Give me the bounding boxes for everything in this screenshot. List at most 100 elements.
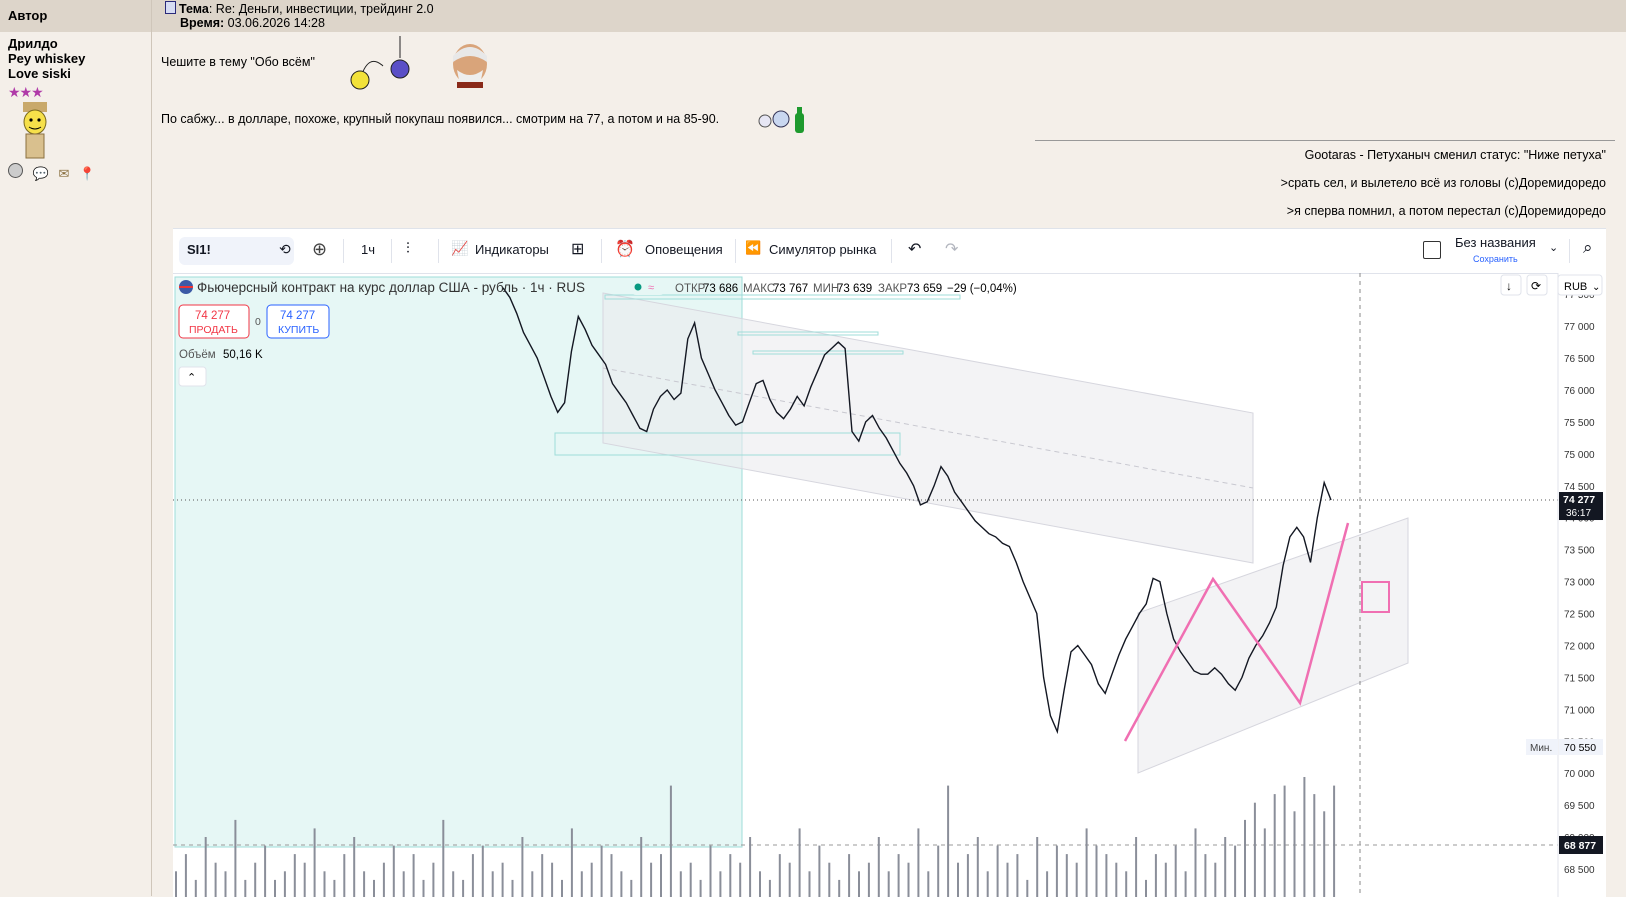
avatar [23, 102, 47, 159]
volume-bar [1055, 845, 1058, 897]
volume-bar [1303, 777, 1306, 897]
volume-bar [1263, 828, 1266, 897]
open-label: ОТКР [675, 283, 706, 295]
profile-icon[interactable] [8, 163, 23, 178]
volume-bar [610, 854, 613, 897]
volume-bar [858, 871, 860, 897]
volume-bar [283, 871, 286, 897]
alarm-clock-icon[interactable]: ⏰ [615, 239, 635, 259]
layout-grid-icon[interactable]: ⊞ [571, 239, 584, 259]
alerts-button[interactable]: Оповещения [645, 242, 723, 257]
author-name-line-2: Pey whiskey [8, 51, 86, 66]
volume-bar [778, 854, 781, 897]
volume-bar [353, 837, 356, 897]
layout-checkbox-icon[interactable] [1423, 241, 1441, 259]
price-tick-label: 70 000 [1564, 769, 1595, 780]
volume-bar [798, 828, 801, 897]
topic-document-icon [165, 1, 176, 14]
price-tick-label: 68 500 [1564, 865, 1595, 876]
symbol-name: SI1! [187, 242, 211, 257]
volume-bar [481, 845, 484, 897]
volume-bar [1154, 854, 1157, 897]
volume-bar [848, 854, 851, 897]
spread-value: 0 [255, 316, 261, 328]
signature-line-1: Gootaras - Петуханыч сменил статус: "Ниж… [1304, 148, 1606, 162]
replay-icon[interactable]: ⏪ [745, 240, 761, 256]
volume-bar [996, 845, 999, 897]
chevron-down-icon[interactable]: ⌄ [1549, 241, 1558, 254]
volume-bar [877, 837, 880, 897]
volume-bar [471, 854, 474, 897]
chart-toolbar: SI1! ⟲ ⊕ 1ч ⫶ 📈 Индикаторы ⊞ ⏰ Оповещени… [173, 229, 1606, 274]
volume-bar [570, 828, 573, 897]
pin-icon[interactable]: 📍 [79, 166, 95, 182]
envelope-icon[interactable]: ✉ [58, 166, 69, 182]
volume-bar [808, 871, 811, 897]
volume-bar [521, 837, 524, 897]
volume-bar [1046, 871, 1049, 897]
price-tick-label: 75 500 [1564, 418, 1595, 429]
undo-icon[interactable]: ↶ [908, 239, 921, 259]
close-value: 73 659 [907, 283, 942, 295]
volume-bar [1115, 862, 1118, 897]
volume-bar [867, 862, 870, 897]
interval-button[interactable]: 1ч [361, 242, 375, 257]
author-name[interactable]: Дрилдо Pey whiskey Love siski [8, 36, 85, 81]
topic-title: : Re: Деньги, инвестиции, трейдинг 2.0 [208, 2, 434, 16]
layout-name[interactable]: Без названия [1455, 235, 1536, 250]
old-man-face-icon [453, 44, 487, 88]
volume-bar [897, 854, 900, 897]
price-tick-label: 72 000 [1564, 642, 1595, 653]
compare-plus-icon[interactable]: ⊕ [312, 239, 327, 260]
volume-label: Объём [179, 349, 216, 361]
volume-bar [1224, 837, 1227, 897]
volume-bar [1323, 811, 1326, 897]
volume-bar [1085, 828, 1088, 897]
volume-bar [689, 862, 692, 897]
market-simulator-button[interactable]: Симулятор рынка [769, 242, 876, 257]
indicators-icon[interactable]: 📈 [451, 240, 468, 257]
volume-bar [1125, 871, 1128, 897]
delay-icon: ≈ [648, 282, 654, 294]
quick-search-icon[interactable]: ⌕ [1583, 238, 1593, 258]
volume-bar [669, 785, 672, 897]
author-column-header: Автор [8, 8, 48, 23]
indicators-button[interactable]: Индикаторы [475, 242, 549, 257]
volume-bar [551, 862, 554, 897]
volume-bar [1333, 785, 1336, 897]
symbol-sync-icon[interactable]: ⟲ [279, 241, 291, 258]
topic-label: Тема [179, 2, 209, 16]
volume-bar [363, 871, 366, 897]
topic-line: Тема: Re: Деньги, инвестиции, трейдинг 2… [165, 1, 434, 16]
volume-bar [274, 879, 276, 897]
column-separator [151, 0, 152, 896]
volume-bar [1214, 862, 1217, 897]
volume-bar [244, 879, 247, 897]
volume-bar [1253, 802, 1256, 897]
price-tick-label: 73 000 [1564, 578, 1595, 589]
save-link[interactable]: Сохранить [1473, 254, 1518, 264]
volume-bar [828, 862, 831, 897]
candles-icon[interactable]: ⫶ [406, 240, 410, 257]
chat-bubble-icon[interactable]: 💬 [33, 166, 49, 182]
price-tick-label: 69 500 [1564, 801, 1595, 812]
price-tick-label: 77 000 [1564, 322, 1595, 333]
instrument-title[interactable]: Фьючерсный контракт на курс доллар США -… [197, 280, 585, 295]
bottom-marker-value: 68 877 [1564, 840, 1596, 852]
price-chart[interactable]: 77 50077 00076 50076 00075 50075 00074 5… [173, 273, 1606, 897]
signature-line-3: >я сперва помнил, а потом перестал (с)До… [1286, 204, 1606, 218]
volume-bar [462, 879, 465, 897]
volume-bar [214, 862, 217, 897]
volume-bar [917, 828, 920, 897]
redo-icon[interactable]: ↷ [945, 239, 958, 259]
low-label: МИН [813, 283, 839, 295]
volume-bar [531, 871, 534, 897]
chevron-up-icon: ⌃ [187, 372, 196, 384]
buy-label: КУПИТЬ [278, 324, 319, 336]
volume-bar [382, 862, 385, 897]
min-label: Мин. [1530, 743, 1552, 754]
volume-bar [1184, 871, 1187, 897]
market-open-dot-icon [634, 283, 642, 291]
volume-bar [541, 854, 544, 897]
rating-stars: ★★★ [8, 84, 44, 100]
